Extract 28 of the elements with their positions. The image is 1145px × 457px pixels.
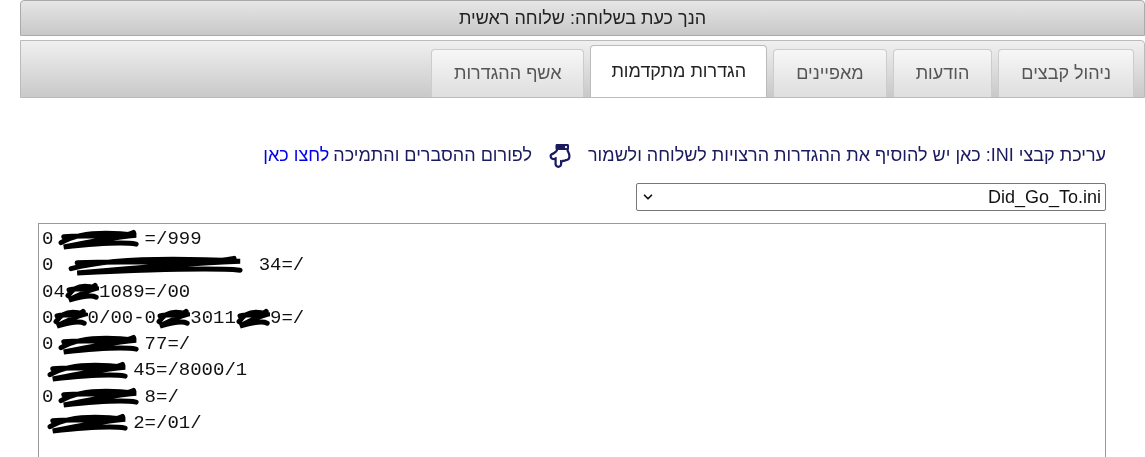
code-text: =/999 xyxy=(144,227,202,252)
code-text: 0 xyxy=(42,305,54,331)
tab[interactable]: הודעות xyxy=(892,49,993,97)
tab[interactable]: מאפיינים xyxy=(773,49,887,97)
code-text: 77=/ xyxy=(144,332,191,358)
forum-text: לפורום ההסברים והתמיכה xyxy=(333,144,532,167)
code-text: 2=/01/ xyxy=(133,411,202,437)
code-text: 34=/ xyxy=(258,253,305,279)
code-text: 8=/ xyxy=(144,384,179,410)
notice-text: עריכת קבצי INI: כאן יש להוסיף את ההגדרות הרצויות לשלוחה ולשמור xyxy=(588,144,1106,167)
code-text: 0 xyxy=(42,227,54,252)
code-text: 9=/ xyxy=(270,305,305,331)
code-text: 1089=/00 xyxy=(99,279,191,305)
file-select[interactable]: Did_Go_To.ini xyxy=(636,183,1106,211)
tab[interactable]: אשף ההגדרות xyxy=(431,49,585,97)
code-text: 04 xyxy=(42,279,65,305)
code-text: 0/00-0 xyxy=(87,305,157,331)
code-editor[interactable]: 0 =/999 0 34=/ 04 1089=/00 0 0/00-0 3011 9=/ 0 77=/ 45=/8000/1 0 8=/ 2=/01/ xyxy=(38,223,1106,457)
forum-link[interactable]: לחצו כאן xyxy=(263,142,330,169)
tab[interactable]: ניהול קבצים xyxy=(998,49,1134,97)
code-text: 3011 xyxy=(190,305,236,331)
hand-pointer-icon xyxy=(548,143,572,168)
code-text: 0 xyxy=(42,332,54,358)
tab[interactable]: הגדרות מתקדמות xyxy=(590,45,768,97)
code-text: 0 xyxy=(42,384,54,410)
window-title: הנך כעת בשלוחה: שלוחה ראשית xyxy=(20,0,1145,36)
code-text: 0 xyxy=(42,253,54,279)
code-text: 45=/8000/1 xyxy=(133,358,248,384)
